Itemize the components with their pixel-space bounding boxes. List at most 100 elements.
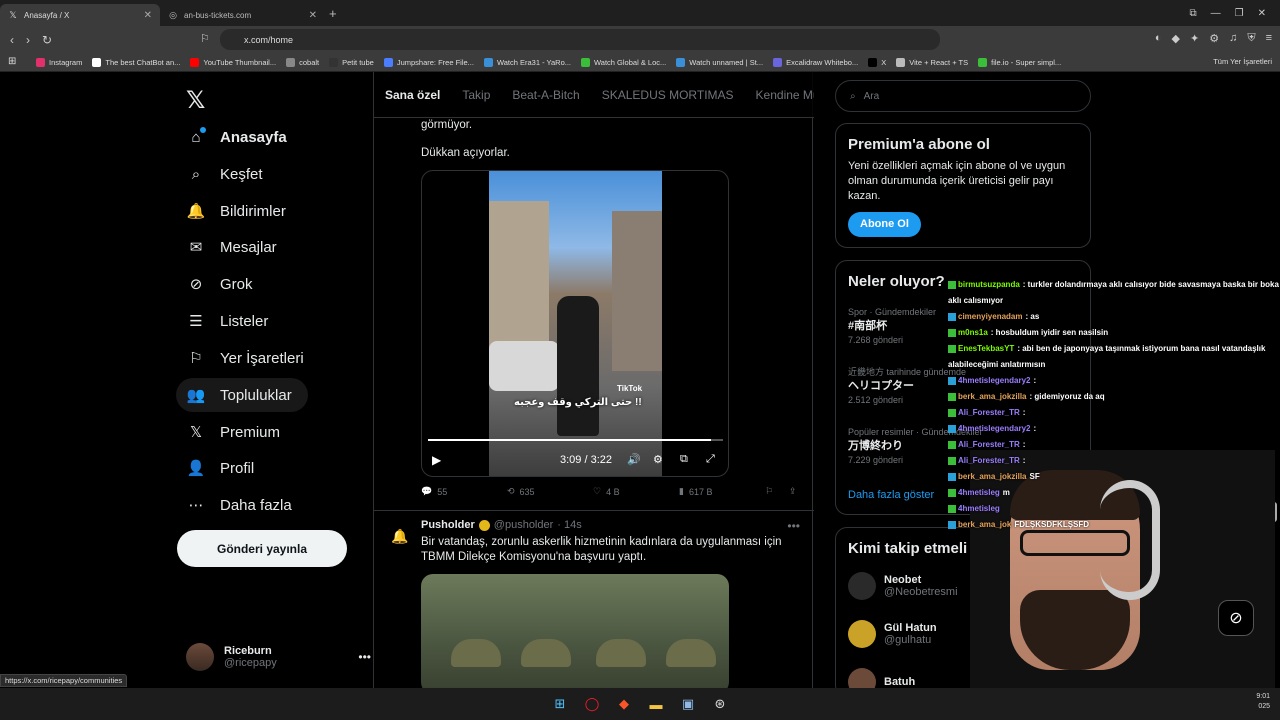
bookmark-item[interactable]: Watch Era31 - YaRo... bbox=[483, 57, 571, 67]
play-icon[interactable]: ▶ bbox=[432, 453, 441, 467]
bookmark-item[interactable]: cobalt bbox=[286, 57, 319, 67]
more-dots-icon[interactable]: ••• bbox=[787, 519, 800, 533]
extension-icon[interactable]: ◐ bbox=[1155, 32, 1162, 45]
account-switcher[interactable]: Riceburn @ricepapy ••• bbox=[186, 637, 371, 677]
browser-tab[interactable]: ◎ an-bus-tickets.com ✕ bbox=[160, 4, 325, 26]
nav-item-anasayfa[interactable]: ⌂ Anasayfa bbox=[176, 120, 303, 154]
bookmark-item[interactable]: Watch Global & Loc... bbox=[581, 57, 666, 67]
nav-item-premium[interactable]: 𝕏 Premium bbox=[176, 415, 296, 449]
nav-item-listeler[interactable]: ☰ Listeler bbox=[176, 304, 284, 338]
url-field[interactable]: x.com/home bbox=[220, 29, 940, 50]
back-icon[interactable]: ‹ bbox=[10, 33, 14, 47]
video-player[interactable]: TikTok حتى التركي وقف وعجبه !! ▶ 3:09 / … bbox=[421, 170, 729, 477]
photos-icon[interactable]: ▣ bbox=[678, 694, 698, 714]
follow-suggestion[interactable]: Neobet @Neobetresmi bbox=[848, 572, 958, 600]
follow-suggestion[interactable]: Batuh bbox=[848, 668, 915, 688]
nav-item-grok[interactable]: ⊘ Grok bbox=[176, 267, 269, 301]
extensions-icon[interactable]: ⧉ bbox=[1190, 8, 1197, 19]
nav-item-keşfet[interactable]: ⌕ Keşfet bbox=[176, 157, 279, 191]
app-icon[interactable]: ⊛ bbox=[710, 694, 730, 714]
nav-item-yer-i̇şaretleri[interactable]: ⚐ Yer İşaretleri bbox=[176, 341, 320, 375]
pip-icon[interactable]: ⧉ bbox=[680, 453, 688, 466]
bookmark-item[interactable]: Jumpshare: Free File... bbox=[383, 57, 474, 67]
apps-grid-icon[interactable]: ⊞ bbox=[8, 56, 16, 67]
chat-text: : hosbuldum iyidir sen nasilsin bbox=[990, 328, 1109, 337]
pusholder-avatar[interactable]: 🔔 bbox=[386, 522, 414, 550]
close-tab-icon[interactable]: ✕ bbox=[309, 10, 317, 21]
bookmark-item[interactable]: file.io - Super simpl... bbox=[978, 57, 1061, 67]
feed-tab[interactable]: SKALEDUS MORTIMAS bbox=[591, 88, 745, 102]
nav-item-mesajlar[interactable]: ✉ Mesajlar bbox=[176, 230, 293, 264]
feed-tab[interactable]: Takip bbox=[451, 88, 501, 102]
search-input[interactable]: ⌕ Ara bbox=[835, 80, 1091, 112]
extension-icon[interactable]: ✦ bbox=[1190, 32, 1199, 45]
browser-tab-active[interactable]: 𝕏 Anasayfa / X ✕ bbox=[0, 4, 160, 26]
brave-icon[interactable]: ◆ bbox=[614, 694, 634, 714]
reply-button[interactable]: 💬 55 bbox=[421, 486, 447, 497]
follow-suggestion[interactable]: Gül Hatun @gulhatu bbox=[848, 620, 937, 648]
grok-floating-button[interactable]: ⊘ bbox=[1218, 600, 1254, 636]
bookmark-page-icon[interactable]: ⚐ bbox=[200, 32, 210, 45]
music-icon[interactable]: ♫ bbox=[1229, 32, 1237, 45]
volume-icon[interactable]: 🔊 bbox=[627, 453, 641, 466]
bookmark-item[interactable]: Petit tube bbox=[329, 57, 374, 67]
views-button[interactable]: ▮ 617 B bbox=[679, 486, 712, 497]
forward-icon[interactable]: › bbox=[26, 33, 30, 47]
close-tab-icon[interactable]: ✕ bbox=[144, 10, 152, 21]
new-tab-button[interactable]: + bbox=[329, 6, 337, 21]
feed-tab[interactable]: Beat-A-Bitch bbox=[501, 88, 590, 102]
reload-icon[interactable]: ↻ bbox=[42, 33, 52, 47]
tweet-author-name[interactable]: Pusholder bbox=[421, 519, 475, 531]
shield-icon[interactable]: ⛨ bbox=[1247, 32, 1255, 45]
bookmark-item[interactable]: Excalidraw Whitebo... bbox=[773, 57, 858, 67]
close-window-icon[interactable]: ✕ bbox=[1258, 8, 1266, 19]
bookmark-item[interactable]: X bbox=[868, 57, 886, 67]
extension-icon[interactable]: ⚙ bbox=[1209, 32, 1219, 45]
menu-icon[interactable]: ≡ bbox=[1266, 32, 1272, 45]
tweet-text: Bir vatandaş, zorunlu askerlik hizmetini… bbox=[421, 536, 782, 563]
video-progress-bar[interactable] bbox=[428, 439, 723, 441]
verified-badge-icon bbox=[478, 519, 490, 531]
chat-badge-icon bbox=[948, 424, 956, 433]
file-explorer-icon[interactable]: ▬ bbox=[646, 694, 666, 714]
nav-item-topluluklar[interactable]: 👥 Topluluklar bbox=[176, 378, 308, 412]
nav-item-profil[interactable]: 👤 Profil bbox=[176, 451, 270, 485]
tweet-author-handle[interactable]: @pusholder bbox=[494, 519, 553, 531]
nav-label: Listeler bbox=[220, 312, 269, 330]
tweet-time[interactable]: · 14s bbox=[557, 519, 581, 531]
bookmark-item[interactable]: YouTube Thumbnail... bbox=[190, 57, 276, 67]
fullscreen-icon[interactable]: ⤢ bbox=[706, 453, 715, 466]
repost-icon: ⟲ bbox=[507, 486, 515, 496]
post-button[interactable]: Gönderi yayınla bbox=[177, 530, 347, 567]
chat-username: berk_ama_jokzilla bbox=[958, 392, 1027, 401]
show-more-link[interactable]: Daha fazla göster bbox=[848, 489, 934, 501]
nav-item-daha-fazla[interactable]: ⋯ Daha fazla bbox=[176, 488, 308, 522]
chat-text: : bbox=[1022, 408, 1026, 417]
chat-username: 4hmetisleg bbox=[958, 488, 1000, 497]
windows-start-icon[interactable]: ⊞ bbox=[550, 694, 570, 714]
share-icon[interactable]: ⇪ bbox=[789, 486, 797, 497]
nav-item-bildirimler[interactable]: 🔔 Bildirimler bbox=[176, 194, 302, 228]
feed-tab[interactable]: Kendine Müz bbox=[745, 88, 814, 102]
x-logo-icon[interactable]: 𝕏 bbox=[186, 86, 205, 115]
settings-icon[interactable]: ⚙ bbox=[653, 453, 663, 466]
chat-badge-icon bbox=[948, 504, 956, 513]
restore-icon[interactable]: ❐ bbox=[1235, 8, 1244, 19]
repost-button[interactable]: ⟲ 635 bbox=[507, 486, 535, 497]
opera-icon[interactable]: ◯ bbox=[582, 694, 602, 714]
subscribe-button[interactable]: Abone Ol bbox=[848, 212, 921, 237]
bookmark-item[interactable]: Instagram bbox=[36, 57, 82, 67]
trend-item[interactable]: Spor · Gündemdekiler #南部杯 7.268 gönderi bbox=[848, 305, 936, 347]
all-bookmarks-folder[interactable]: Tüm Yer İşaretleri bbox=[1213, 57, 1272, 66]
bookmark-item[interactable]: Vite + React + TS bbox=[896, 57, 968, 67]
more-dots-icon[interactable]: ••• bbox=[358, 650, 371, 664]
bookmark-label: Watch unnamed | St... bbox=[689, 57, 764, 67]
tweet-image[interactable] bbox=[421, 574, 729, 688]
feed-tab[interactable]: Sana özel bbox=[374, 88, 451, 102]
bookmark-item[interactable]: Watch unnamed | St... bbox=[676, 57, 764, 67]
minimize-icon[interactable]: — bbox=[1211, 8, 1221, 19]
like-button[interactable]: ♡ 4 B bbox=[593, 486, 620, 497]
extension-icon[interactable]: ◆ bbox=[1172, 32, 1180, 45]
bookmark-item[interactable]: The best ChatBot an... bbox=[92, 57, 180, 67]
bookmark-icon[interactable]: ⚐ bbox=[765, 486, 773, 497]
